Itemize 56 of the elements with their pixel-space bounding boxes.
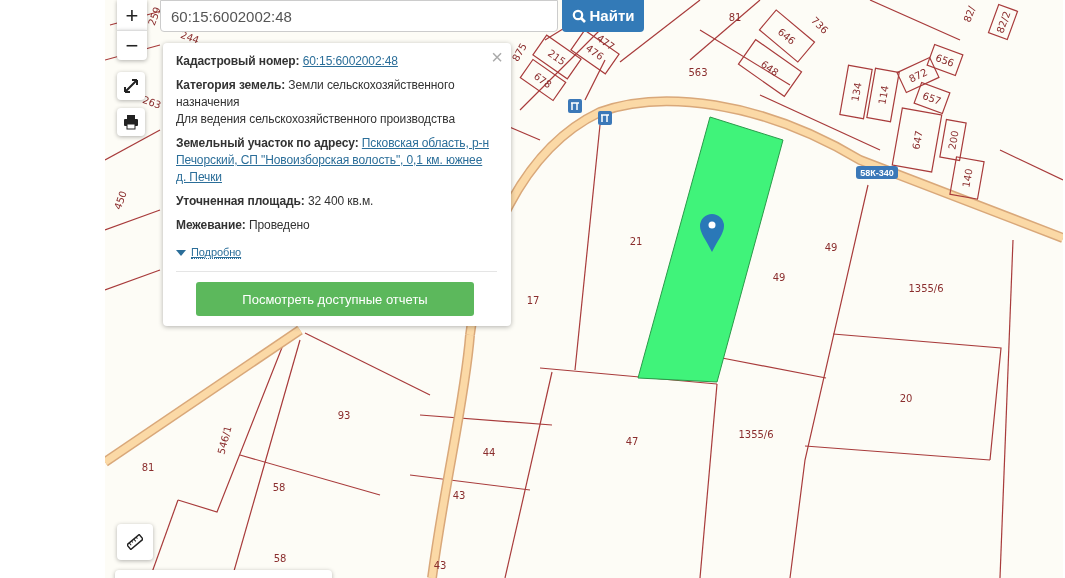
- field-label: Земельный участок по адресу:: [176, 136, 359, 150]
- parcel-number: 44: [482, 447, 496, 458]
- parcel-number: 47: [625, 436, 639, 447]
- parcel-number: 263: [141, 94, 163, 111]
- field-value: Земли сельскохозяйственного: [288, 78, 455, 92]
- field-note: Для ведения сельскохозяйственного производства: [176, 111, 456, 128]
- field-link[interactable]: Печорский, СП "Новоизборская волость", 0,1 км. южнее: [176, 153, 483, 167]
- parcel-number: 647: [910, 129, 925, 151]
- parcel-number: 1355/6: [738, 429, 774, 440]
- parcel-number: 49: [772, 272, 786, 283]
- parcel-number: 872: [907, 66, 930, 85]
- search-field[interactable]: 60:15:6002002:48: [160, 0, 558, 32]
- parcel-number: 81: [728, 12, 742, 23]
- zoom-in-button[interactable]: +: [117, 0, 147, 30]
- parcel-number: 657: [921, 90, 943, 107]
- field-link[interactable]: Псковская область, р-н: [361, 136, 489, 150]
- parcel-number: 259: [146, 5, 163, 27]
- field-label: Кадастровый номер:: [176, 54, 300, 68]
- parcel-number: 58: [273, 553, 287, 564]
- parcel-number: 82/2: [994, 9, 1013, 35]
- field-label: Межевание:: [176, 218, 246, 232]
- field-label: Категория земель:: [176, 78, 286, 92]
- parcel-number: 20: [899, 393, 913, 404]
- parcel-number: 49: [824, 242, 838, 253]
- parcel-number: 656: [934, 52, 956, 69]
- parcel-number: 200: [946, 129, 961, 151]
- road-sign: 58К-340: [856, 166, 898, 179]
- field-link[interactable]: д. Печки: [176, 170, 222, 184]
- field-value: назначения: [176, 95, 240, 109]
- search-button[interactable]: Найти: [562, 0, 644, 32]
- field-value: Проведено: [248, 218, 310, 232]
- parcel-number: 43: [452, 490, 466, 501]
- parcel-number: 43: [433, 560, 447, 571]
- parcel-number: 546/1: [215, 424, 234, 456]
- parcel-number: 134: [849, 81, 864, 103]
- parcel-number: 646: [775, 26, 798, 47]
- details-link[interactable]: Подробно: [191, 246, 242, 259]
- parcel-number: 1355/6: [908, 283, 944, 294]
- parcel-number: 58: [272, 482, 286, 493]
- parcel-number: 450: [112, 189, 129, 211]
- field-label: Уточненная площадь:: [176, 194, 305, 208]
- parcel-number: 244: [179, 29, 201, 46]
- parcel-number: 563: [688, 67, 708, 78]
- parcel-number: 93: [337, 410, 351, 421]
- parcel-number: 82/: [961, 4, 978, 24]
- parcel-number: 17: [526, 295, 540, 306]
- parcel-number: 215: [545, 47, 568, 68]
- parcel-number: 21: [629, 236, 643, 247]
- parcel-number: 114: [876, 84, 891, 106]
- zoom-out-button[interactable]: −: [117, 30, 147, 60]
- parcel-number: 648: [758, 58, 781, 79]
- parcel-number: 81: [141, 462, 155, 473]
- parcel-number: 678: [531, 70, 554, 91]
- parcel-number: 140: [960, 167, 975, 189]
- field-link[interactable]: 60:15:6002002:48: [302, 54, 398, 68]
- field-value: 32 400 кв.м.: [307, 194, 374, 208]
